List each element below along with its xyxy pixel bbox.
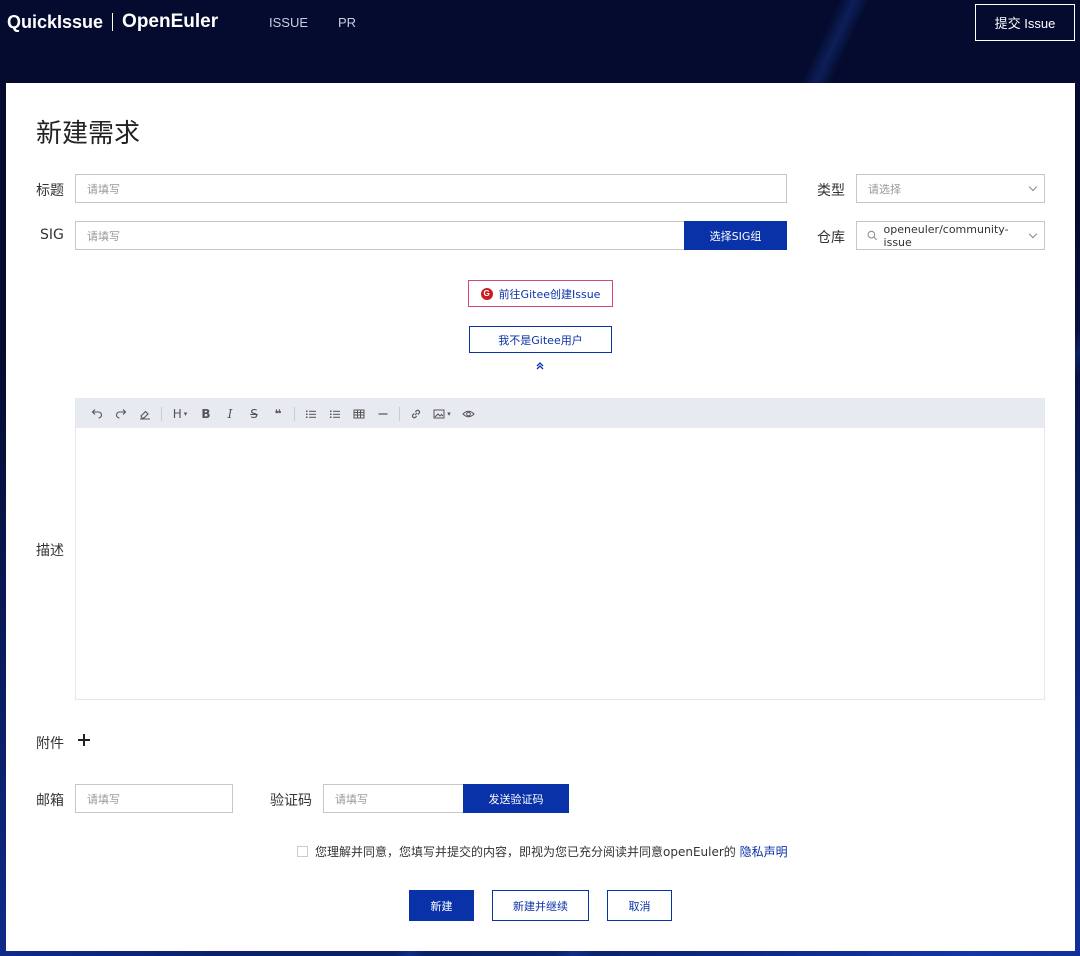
editor-toolbar: H ▾ B I S ❝ ▾: [76, 399, 1044, 428]
sig-placeholder: 请填写: [87, 229, 120, 243]
send-code-button[interactable]: 发送验证码: [463, 784, 569, 813]
create-button[interactable]: 新建: [409, 890, 474, 921]
markdown-editor: H ▾ B I S ❝ ▾: [75, 398, 1045, 700]
gitee-button-label: 前往Gitee创建Issue: [498, 287, 601, 301]
table-icon[interactable]: [347, 404, 371, 424]
quote-icon[interactable]: ❝: [266, 404, 290, 424]
heading-dropdown[interactable]: H ▾: [166, 404, 194, 424]
bold-icon[interactable]: B: [194, 404, 218, 424]
gitee-icon: G: [480, 287, 493, 300]
title-label: 标题: [36, 183, 64, 199]
email-placeholder: 请填写: [87, 792, 120, 806]
type-label: 类型: [817, 183, 845, 199]
image-icon: [433, 409, 445, 418]
submit-issue-button[interactable]: 提交 Issue: [975, 4, 1075, 41]
page-title: 新建需求: [36, 119, 141, 149]
type-placeholder: 请选择: [868, 182, 901, 196]
collapse-chevron-svg: [536, 362, 544, 370]
title-input[interactable]: 请填写: [75, 174, 787, 203]
go-gitee-create-issue-button[interactable]: G 前往Gitee创建Issue: [468, 280, 613, 307]
repo-select[interactable]: openeuler/community-issue: [856, 221, 1045, 250]
logo-openeuler: OpenEuler: [122, 11, 219, 32]
agreement-statement: 您理解并同意，您填写并提交的内容，即视为您已充分阅读并同意openEuler的: [315, 845, 736, 859]
toolbar-divider: [294, 406, 295, 421]
toolbar-divider: [161, 406, 162, 421]
redo-icon[interactable]: [109, 404, 133, 424]
attachment-label: 附件: [36, 736, 64, 752]
privacy-policy-link[interactable]: 隐私声明: [740, 845, 788, 859]
verification-code-input[interactable]: 请填写: [323, 784, 464, 813]
nav-pr[interactable]: PR: [338, 15, 356, 30]
title-placeholder: 请填写: [87, 182, 120, 196]
cancel-button[interactable]: 取消: [607, 890, 672, 921]
verification-code-label: 验证码: [270, 793, 312, 809]
undo-icon[interactable]: [85, 404, 109, 424]
caret-down-icon: ▾: [183, 409, 188, 418]
not-gitee-user-button[interactable]: 我不是Gitee用户: [469, 326, 612, 353]
eraser-icon[interactable]: [133, 404, 157, 424]
select-sig-button[interactable]: 选择SIG组: [684, 221, 787, 250]
image-dropdown[interactable]: ▾: [428, 404, 456, 424]
create-and-continue-button[interactable]: 新建并继续: [492, 890, 589, 921]
sig-label: SIG: [40, 227, 64, 243]
repo-label: 仓库: [817, 230, 845, 246]
search-icon: [867, 230, 877, 241]
sig-input[interactable]: 请填写: [75, 221, 687, 250]
italic-icon[interactable]: I: [218, 404, 242, 424]
chevron-down-icon: [1028, 182, 1038, 191]
numbered-list-icon[interactable]: [323, 404, 347, 424]
strikethrough-icon[interactable]: S: [242, 404, 266, 424]
app-logo[interactable]: QuickIssue OpenEuler: [7, 11, 218, 33]
new-requirement-form: 新建需求 标题 请填写 类型 请选择 SIG 请填写 选择SIG组 仓库 ope…: [6, 83, 1075, 951]
logo-quickissue: QuickIssue: [7, 11, 104, 32]
agreement-text: 您理解并同意，您填写并提交的内容，即视为您已充分阅读并同意openEuler的 …: [315, 843, 788, 860]
nav-issue[interactable]: ISSUE: [269, 15, 308, 30]
link-icon[interactable]: [404, 404, 428, 424]
email-label: 邮箱: [36, 793, 64, 809]
logo-separator: [112, 13, 114, 31]
repo-value-wrap: openeuler/community-issue: [867, 223, 1030, 249]
horizontal-rule-icon[interactable]: [371, 404, 395, 424]
agree-checkbox[interactable]: [297, 846, 308, 857]
toolbar-divider: [399, 406, 400, 421]
repo-value: openeuler/community-issue: [883, 222, 1009, 249]
preview-eye-icon[interactable]: [456, 404, 480, 424]
add-attachment-plus-icon[interactable]: [78, 734, 90, 746]
top-navbar: QuickIssue OpenEuler ISSUE PR 提交 Issue: [0, 0, 1080, 46]
code-placeholder: 请填写: [335, 792, 368, 806]
description-label: 描述: [36, 543, 64, 559]
bulleted-list-icon[interactable]: [299, 404, 323, 424]
caret-down-icon: ▾: [447, 409, 451, 418]
email-input[interactable]: 请填写: [75, 784, 233, 813]
editor-textarea[interactable]: [76, 428, 1044, 699]
heading-icon: H: [172, 406, 182, 421]
type-select[interactable]: 请选择: [856, 174, 1045, 203]
double-chevron-up-icon[interactable]: [535, 361, 545, 373]
